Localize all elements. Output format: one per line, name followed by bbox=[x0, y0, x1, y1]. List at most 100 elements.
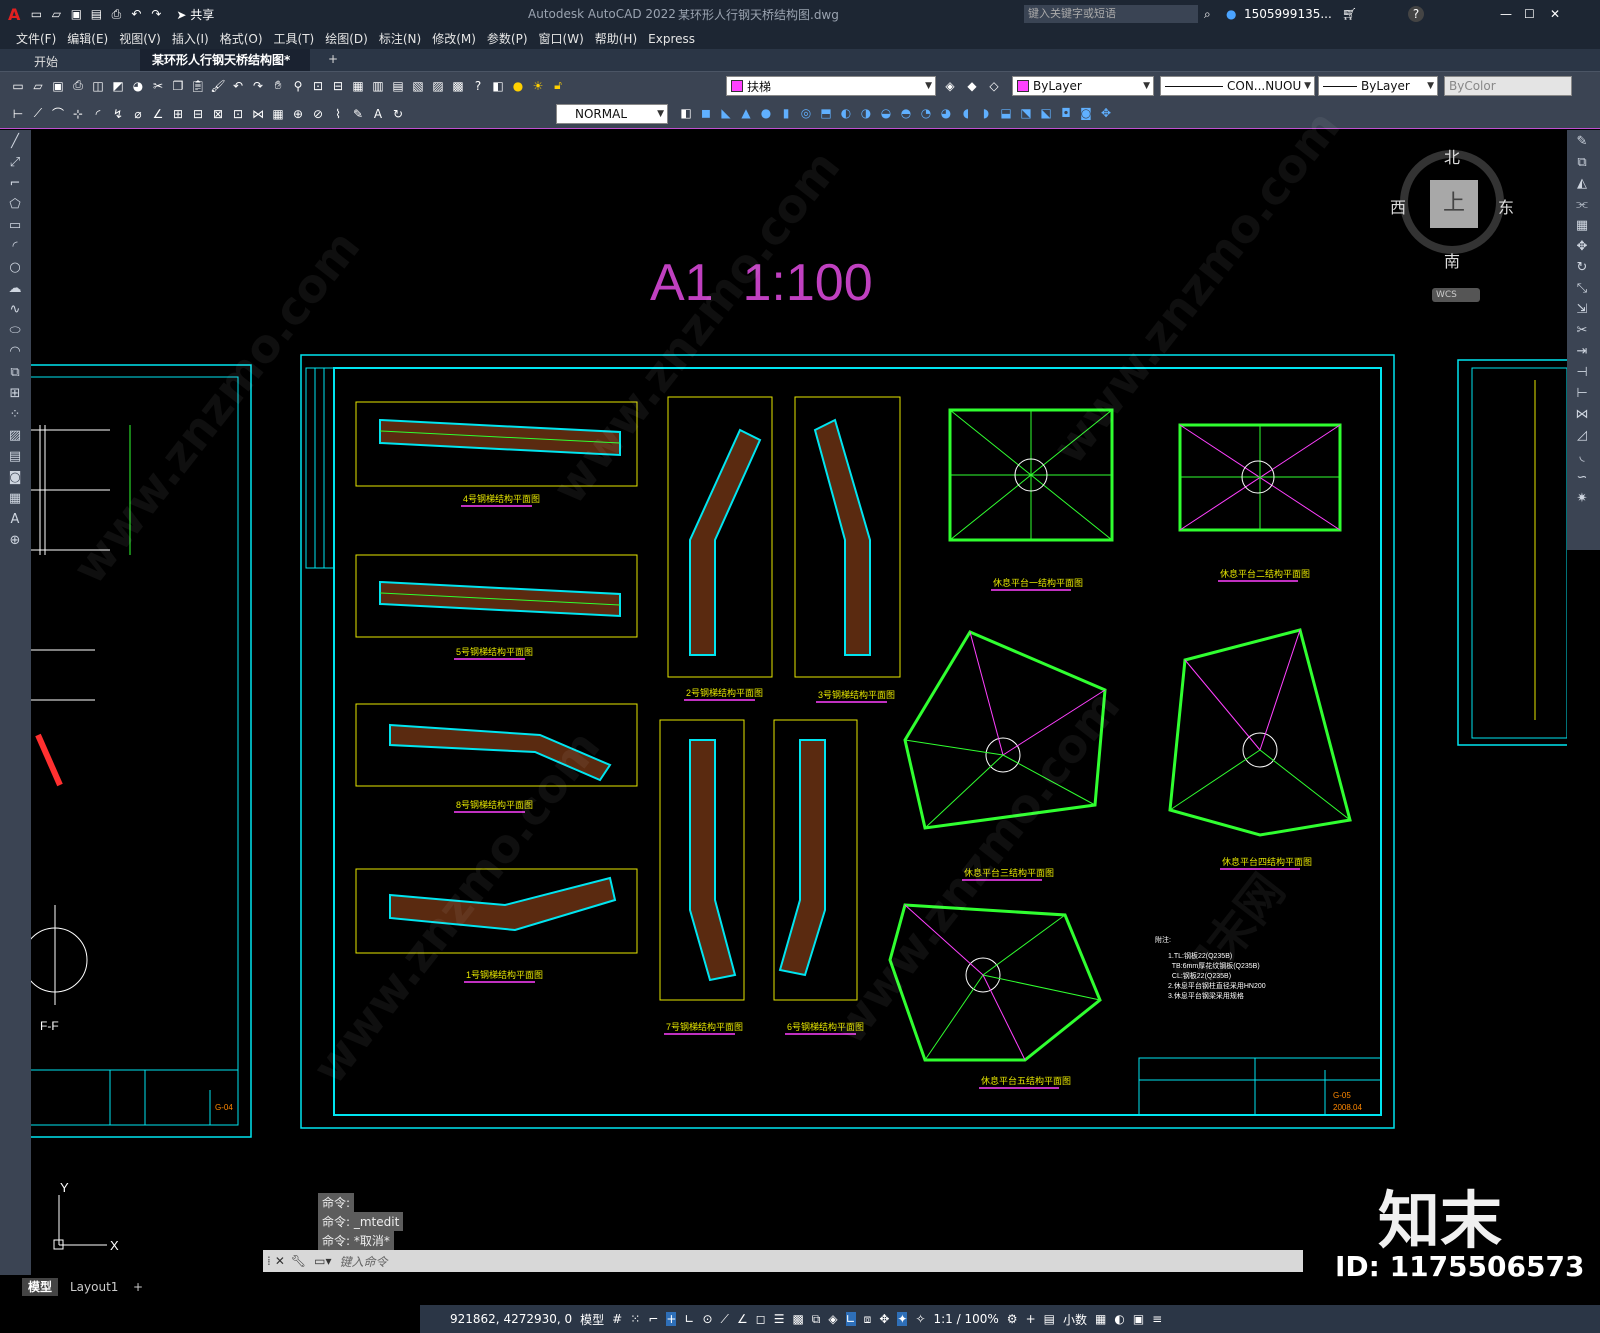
share-button[interactable]: ➤ 共享 bbox=[176, 6, 214, 23]
chamfer-edge-icon[interactable]: ⬕ bbox=[1037, 104, 1055, 122]
units-value[interactable]: 小数 bbox=[1063, 1311, 1087, 1328]
join-icon[interactable]: ⋈ bbox=[1571, 406, 1593, 424]
extrude-icon[interactable]: ⬒ bbox=[817, 104, 835, 122]
subtract-icon[interactable]: ◔ bbox=[917, 104, 935, 122]
scale-icon[interactable]: ⤡ bbox=[1571, 280, 1593, 298]
sphere-icon[interactable]: ● bbox=[757, 104, 775, 122]
hatch-icon[interactable]: ▨ bbox=[4, 427, 26, 445]
mtext-icon[interactable]: A bbox=[4, 511, 26, 529]
menu-file[interactable]: 文件(F) bbox=[16, 30, 56, 47]
tab-model[interactable]: 模型 bbox=[22, 1278, 59, 1296]
menu-parametric[interactable]: 参数(P) bbox=[487, 30, 528, 47]
table-icon[interactable]: ▦ bbox=[4, 490, 26, 508]
designcenter-icon[interactable]: ▥ bbox=[369, 77, 387, 95]
quick-properties-icon[interactable]: ▦ bbox=[1095, 1312, 1106, 1326]
union-icon[interactable]: ◓ bbox=[897, 104, 915, 122]
annotation-monitor-icon[interactable]: + bbox=[1026, 1312, 1036, 1326]
annotation-scale[interactable]: 1:1 / 100% bbox=[934, 1312, 999, 1326]
dimstyle-dropdown[interactable]: NORMAL ▼ bbox=[556, 104, 668, 124]
new-tab-button[interactable]: + bbox=[328, 52, 338, 66]
center-mark-icon[interactable]: ⊕ bbox=[289, 105, 307, 123]
shell-icon[interactable]: ◘ bbox=[1057, 104, 1075, 122]
sweep-icon[interactable]: ◑ bbox=[857, 104, 875, 122]
loft-icon[interactable]: ◒ bbox=[877, 104, 895, 122]
close-button[interactable]: ✕ bbox=[1550, 7, 1560, 21]
infer-icon[interactable]: ⌐ bbox=[648, 1312, 658, 1326]
redo-icon[interactable]: ↷ bbox=[249, 77, 267, 95]
menu-insert[interactable]: 插入(I) bbox=[172, 30, 209, 47]
grid-icon[interactable]: # bbox=[612, 1312, 622, 1326]
help-icon[interactable]: ? bbox=[1408, 6, 1424, 22]
break-icon[interactable]: ⊢ bbox=[1571, 385, 1593, 403]
wcs-menu[interactable]: WCS bbox=[1432, 288, 1480, 302]
undo-icon[interactable]: ↶ bbox=[127, 5, 145, 23]
redo-icon[interactable]: ↷ bbox=[147, 5, 165, 23]
ellipse-arc-icon[interactable]: ◠ bbox=[4, 343, 26, 361]
dimstyle-icon[interactable]: ◧ bbox=[677, 104, 695, 122]
menu-edit[interactable]: 编辑(E) bbox=[67, 30, 108, 47]
dim-break-icon[interactable]: ⋈ bbox=[249, 105, 267, 123]
undo-icon[interactable]: ↶ bbox=[229, 77, 247, 95]
intersect-icon[interactable]: ◕ bbox=[937, 104, 955, 122]
compass-south[interactable]: 南 bbox=[1444, 248, 1460, 272]
linetype-dropdown[interactable]: CON...NUOU ▼ bbox=[1160, 76, 1315, 96]
menu-view[interactable]: 视图(V) bbox=[119, 30, 161, 47]
layer-state-icon[interactable]: ◇ bbox=[985, 77, 1003, 95]
point-icon[interactable]: ⁘ bbox=[4, 406, 26, 424]
coordinates-readout[interactable]: 921862, 4272930, 0 bbox=[450, 1312, 572, 1326]
dim-update-icon[interactable]: ↻ bbox=[389, 105, 407, 123]
layer-manager-icon[interactable]: ◧ bbox=[489, 77, 507, 95]
move-icon[interactable]: ✥ bbox=[1571, 238, 1593, 256]
mirror-icon[interactable]: ◭ bbox=[1571, 175, 1593, 193]
layer-dropdown[interactable]: 扶梯 ▼ bbox=[726, 76, 936, 96]
menu-format[interactable]: 格式(O) bbox=[220, 30, 263, 47]
construction-line-icon[interactable]: ⤢ bbox=[4, 154, 26, 172]
layer-previous-icon[interactable]: ◆ bbox=[963, 77, 981, 95]
compass-north[interactable]: 北 bbox=[1444, 144, 1460, 168]
units-icon[interactable]: ▤ bbox=[1044, 1312, 1055, 1326]
fillet-icon[interactable]: ◟ bbox=[1571, 448, 1593, 466]
tab-drawing[interactable]: 某环形人行钢天桥结构图* ✕ bbox=[140, 49, 310, 89]
osnap-icon[interactable]: ◻ bbox=[756, 1312, 766, 1326]
interfere-icon[interactable]: ⬓ bbox=[997, 104, 1015, 122]
blend-icon[interactable]: ∽ bbox=[1571, 469, 1593, 487]
stretch-icon[interactable]: ⇲ bbox=[1571, 301, 1593, 319]
sheetset-icon[interactable]: ▧ bbox=[409, 77, 427, 95]
annotation-visibility-icon[interactable]: ✦ bbox=[897, 1312, 908, 1326]
new-icon[interactable]: ▭ bbox=[27, 5, 45, 23]
selection-filter-icon[interactable]: ⧈ bbox=[864, 1312, 872, 1327]
baseline-dim-icon[interactable]: ⊟ bbox=[189, 105, 207, 123]
clean-screen-icon[interactable]: ▣ bbox=[1133, 1312, 1144, 1326]
trim-icon[interactable]: ✂ bbox=[1571, 322, 1593, 340]
ortho-icon[interactable]: ∟ bbox=[684, 1312, 694, 1326]
cmd-customize-icon[interactable]: 🔧︎ bbox=[291, 1254, 306, 1268]
line-icon[interactable]: ╱ bbox=[4, 133, 26, 151]
print-icon[interactable]: ⎙ bbox=[107, 5, 125, 23]
publish-icon[interactable]: ◩ bbox=[109, 77, 127, 95]
toolpalette-icon[interactable]: ▤ bbox=[389, 77, 407, 95]
workspace-gear-icon[interactable]: ⚙ bbox=[1007, 1312, 1018, 1326]
menu-draw[interactable]: 绘图(D) bbox=[325, 30, 368, 47]
dim-edit-icon[interactable]: ✎ bbox=[349, 105, 367, 123]
erase-icon[interactable]: ✎ bbox=[1571, 133, 1593, 151]
aligned-dim-icon[interactable]: ⟋ bbox=[29, 105, 47, 123]
quick-dim-icon[interactable]: ⊞ bbox=[169, 105, 187, 123]
viewcube-top-face[interactable]: 上 bbox=[1430, 180, 1478, 228]
jogged-linear-icon[interactable]: ⌇ bbox=[329, 105, 347, 123]
circle-icon[interactable]: ○ bbox=[4, 259, 26, 277]
ordinate-dim-icon[interactable]: ⊹ bbox=[69, 105, 87, 123]
cmd-grip-icon[interactable]: ⁞ bbox=[267, 1254, 271, 1268]
linear-dim-icon[interactable]: ⊢ bbox=[9, 105, 27, 123]
region-icon[interactable]: ◙ bbox=[4, 469, 26, 487]
help-icon[interactable]: ? bbox=[469, 77, 487, 95]
layer-freeze-icon[interactable]: ☀ bbox=[529, 77, 547, 95]
continue-dim-icon[interactable]: ⊠ bbox=[209, 105, 227, 123]
menu-help[interactable]: 帮助(H) bbox=[595, 30, 637, 47]
open-icon[interactable]: ▱ bbox=[47, 5, 65, 23]
make-block-icon[interactable]: ⊞ bbox=[4, 385, 26, 403]
add-selected-icon[interactable]: ⊕ bbox=[4, 532, 26, 550]
menu-dimension[interactable]: 标注(N) bbox=[379, 30, 421, 47]
tolerance-icon[interactable]: ▦ bbox=[269, 105, 287, 123]
open-icon[interactable]: ▱ bbox=[29, 77, 47, 95]
transparency-icon[interactable]: ▩ bbox=[792, 1312, 803, 1326]
